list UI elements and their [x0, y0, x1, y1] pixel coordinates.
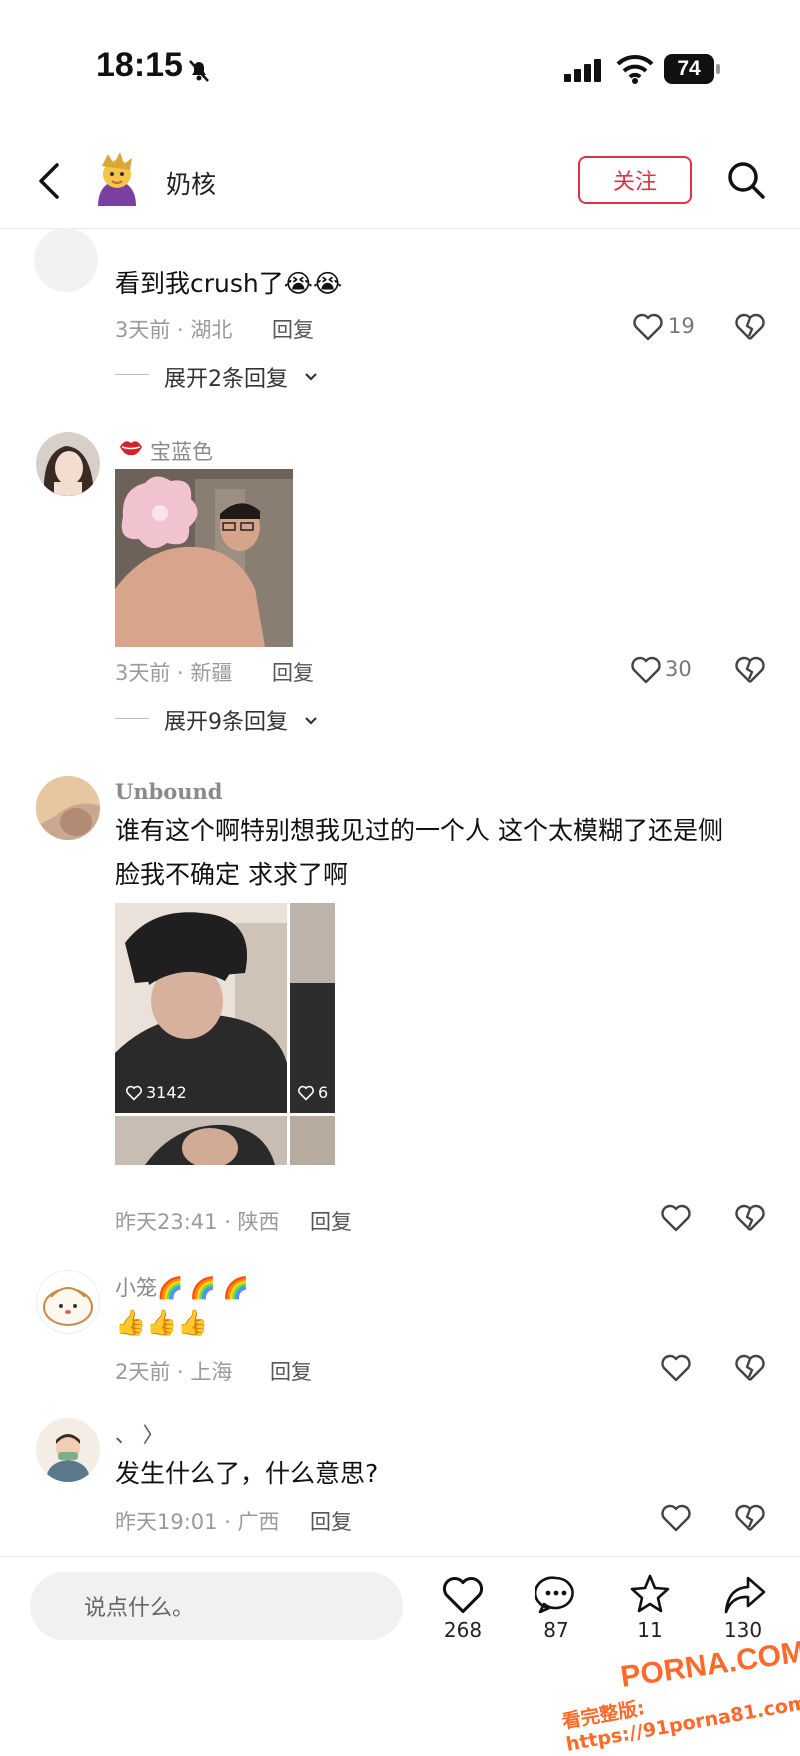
comment-time-location: 昨天23:41 · 陕西 [115, 1210, 280, 1234]
back-chevron-icon[interactable] [36, 162, 62, 204]
broken-heart-icon[interactable] [734, 655, 766, 689]
bottom-divider [0, 1556, 800, 1557]
battery-icon: 74 [664, 54, 722, 84]
comment-input[interactable]: 说点什么。 [30, 1572, 403, 1640]
like-count: 19 [668, 314, 695, 338]
share-count: 130 [723, 1618, 763, 1642]
expand-divider [115, 374, 149, 375]
broken-heart-icon[interactable] [734, 312, 766, 346]
comment-username[interactable]: Unbound [115, 779, 223, 804]
status-time: 18:15 [96, 46, 183, 84]
search-icon[interactable] [726, 160, 766, 204]
heart-icon[interactable] [632, 312, 664, 346]
comment-username[interactable]: 小笼🌈 🌈 🌈 [115, 1272, 249, 1302]
comment-count: 87 [543, 1618, 569, 1642]
reply-button[interactable]: 回复 [270, 1356, 312, 1386]
photo-like-badge: 3142 [125, 1083, 187, 1102]
comment-time-location: 3天前 · 新疆 [115, 661, 233, 685]
reply-button[interactable]: 回复 [310, 1506, 352, 1536]
heart-icon[interactable] [660, 1353, 692, 1387]
battery-level: 74 [677, 57, 701, 80]
photo-like-count: 3142 [146, 1083, 187, 1102]
signal-icon [564, 58, 604, 86]
like-count: 30 [665, 657, 692, 681]
star-icon[interactable] [628, 1572, 672, 1620]
comment-username[interactable]: 宝蓝色 [150, 436, 213, 466]
reply-button[interactable]: 回复 [272, 657, 314, 687]
reply-button[interactable]: 回复 [272, 314, 314, 344]
header-username[interactable]: 奶核 [166, 165, 216, 201]
comment-username[interactable]: 、 〉 [115, 1419, 164, 1449]
broken-heart-icon[interactable] [734, 1503, 766, 1537]
comment-text-line1: 谁有这个啊特别想我见过的一个人 这个太模糊了还是侧 [115, 816, 723, 845]
silent-bell-icon [185, 56, 213, 88]
photo-like-count: 6 [318, 1083, 329, 1102]
comment-avatar[interactable] [34, 228, 98, 292]
comment-photo-collage[interactable]: 3142 6 [115, 903, 335, 1168]
header-avatar[interactable] [92, 150, 142, 206]
comment-time-location: 3天前 · 湖北 [115, 318, 233, 342]
expand-replies-button[interactable]: 展开2条回复 [164, 361, 288, 393]
comment-bubble-icon[interactable] [533, 1574, 577, 1620]
comment-avatar[interactable] [36, 776, 100, 840]
like-count: 268 [443, 1618, 483, 1642]
header-divider [0, 228, 800, 229]
heart-icon[interactable] [660, 1203, 692, 1237]
comment-avatar[interactable] [36, 1270, 100, 1334]
heart-icon[interactable] [660, 1503, 692, 1537]
comment-text: 看到我crush了😭😭 [115, 269, 343, 298]
heart-icon[interactable] [630, 655, 662, 689]
comment-avatar[interactable] [36, 1418, 100, 1482]
reply-button[interactable]: 回复 [310, 1206, 352, 1236]
comment-avatar[interactable] [36, 432, 100, 496]
comment-time-location: 昨天19:01 · 广西 [115, 1510, 280, 1534]
lips-badge-icon [118, 436, 144, 462]
like-icon[interactable] [441, 1574, 485, 1620]
expand-replies-button[interactable]: 展开9条回复 [164, 704, 288, 736]
share-icon[interactable] [722, 1574, 768, 1620]
photo-like-badge: 6 [297, 1083, 328, 1102]
follow-button[interactable]: 关注 [578, 156, 692, 204]
expand-divider [115, 718, 149, 719]
chevron-down-icon[interactable] [304, 368, 318, 387]
comment-time-location: 2天前 · 上海 [115, 1360, 233, 1384]
broken-heart-icon[interactable] [734, 1353, 766, 1387]
broken-heart-icon[interactable] [734, 1203, 766, 1237]
comment-text-line2: 脸我不确定 求求了啊 [115, 860, 348, 889]
star-count: 11 [637, 1618, 663, 1642]
comment-text: 发生什么了，什么意思? [115, 1459, 379, 1488]
comment-text: 👍👍👍 [115, 1308, 209, 1337]
chevron-down-icon[interactable] [304, 712, 318, 731]
comment-photo[interactable] [115, 469, 293, 647]
wifi-icon [616, 54, 654, 88]
